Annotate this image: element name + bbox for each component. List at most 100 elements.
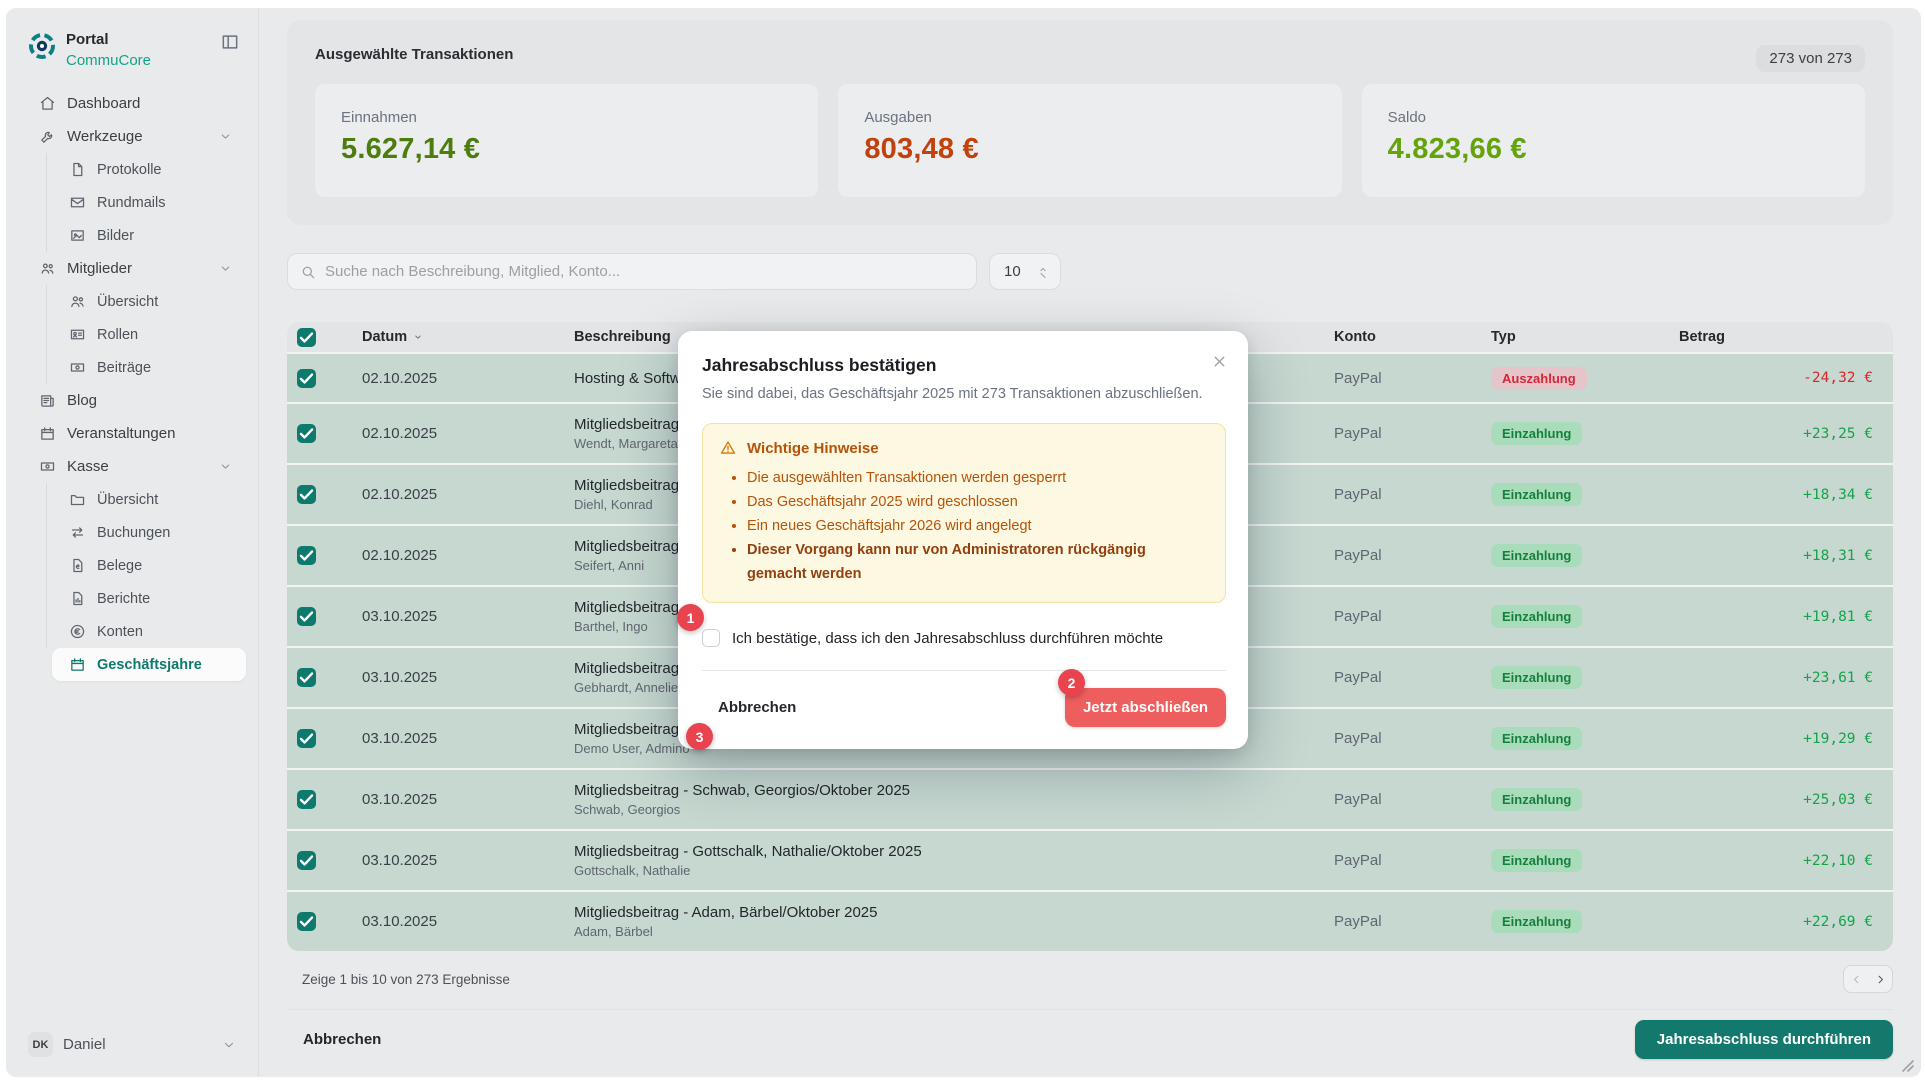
row-checkbox[interactable] xyxy=(297,424,316,443)
column-header-date[interactable]: Datum xyxy=(362,329,574,345)
header-checkbox-cell xyxy=(287,328,362,347)
sidebar-item-belege[interactable]: Belege xyxy=(6,549,258,582)
row-checkbox[interactable] xyxy=(297,546,316,565)
table-row[interactable]: 03.10.2025Mitgliedsbeitrag - Gottschalk,… xyxy=(287,829,1893,890)
transaction-amount: +19,81 € xyxy=(1679,609,1893,625)
sidebar: Portal CommuCore DashboardWerkzeugeProto… xyxy=(6,8,259,1077)
table-controls: 10 xyxy=(287,253,1893,290)
sidebar-item-buchungen[interactable]: Buchungen xyxy=(6,516,258,549)
cancel-button[interactable]: Abbrechen xyxy=(287,1022,397,1057)
select-all-checkbox[interactable] xyxy=(297,328,316,347)
transaction-date: 02.10.2025 xyxy=(362,425,574,442)
transaction-date: 03.10.2025 xyxy=(362,791,574,808)
sidebar-item-rundmails[interactable]: Rundmails xyxy=(6,186,258,219)
bottom-action-bar: Abbrechen Jahresabschluss durchführen xyxy=(287,1009,1893,1059)
transfer-icon xyxy=(69,524,86,541)
page-size-select[interactable]: 10 xyxy=(989,253,1061,290)
close-now-button[interactable]: Jetzt abschließen xyxy=(1065,688,1226,727)
org-name: CommuCore xyxy=(66,50,151,71)
calendar-icon xyxy=(39,425,56,442)
avatar: DK xyxy=(28,1032,53,1057)
close-icon[interactable] xyxy=(1211,353,1228,370)
transaction-account: PayPal xyxy=(1334,370,1491,387)
transaction-type-badge: Einzahlung xyxy=(1491,666,1582,689)
next-page-icon[interactable] xyxy=(1874,973,1887,986)
sidebar-item-protokolle[interactable]: Protokolle xyxy=(6,153,258,186)
sidebar-item-konten[interactable]: Konten xyxy=(6,615,258,648)
sidebar-item-veranstaltungen[interactable]: Veranstaltungen xyxy=(6,417,258,450)
transaction-description: Mitgliedsbeitrag - Gottschalk, Nathalie/… xyxy=(574,843,1334,860)
sidebar-collapse-icon[interactable] xyxy=(220,32,240,52)
confirm-checkbox[interactable] xyxy=(702,629,720,647)
transaction-date: 03.10.2025 xyxy=(362,913,574,930)
card-value: 5.627,14 € xyxy=(341,133,792,166)
run-year-end-close-button[interactable]: Jahresabschluss durchführen xyxy=(1635,1020,1893,1059)
sidebar-item-dashboard[interactable]: Dashboard xyxy=(6,87,258,120)
users2-icon xyxy=(69,293,86,310)
sidebar-item-rollen[interactable]: Rollen xyxy=(6,318,258,351)
sidebar-nav: Dashboard WerkzeugeProtokolleRundmails Bil… xyxy=(6,87,258,681)
sidebar-item-blog[interactable]: Blog xyxy=(6,384,258,417)
sidebar-item-berichte[interactable]: Berichte xyxy=(6,582,258,615)
user-name: Daniel xyxy=(63,1036,222,1053)
summary-title: Ausgewählte Transaktionen xyxy=(315,46,1865,63)
warning-bullet: Ein neues Geschäftsjahr 2026 wird angele… xyxy=(747,514,1207,538)
row-checkbox[interactable] xyxy=(297,729,316,748)
sidebar-item-beitr-ge[interactable]: Beiträge xyxy=(6,351,258,384)
sidebar-item-label: Übersicht xyxy=(97,492,158,508)
summary-card-einnahmen: Einnahmen5.627,14 € xyxy=(315,84,818,197)
column-header-account[interactable]: Konto xyxy=(1334,329,1491,345)
column-header-type[interactable]: Typ xyxy=(1491,329,1679,345)
calendar-icon xyxy=(69,656,86,673)
warning-bullet-bold: Dieser Vorgang kann nur von Administrato… xyxy=(747,538,1207,586)
dialog-divider xyxy=(702,670,1226,671)
sidebar-item-bersicht[interactable]: Übersicht xyxy=(6,285,258,318)
sidebar-item-werkzeuge[interactable]: Werkzeuge xyxy=(6,120,258,153)
transaction-type-badge: Einzahlung xyxy=(1491,727,1582,750)
search-input[interactable] xyxy=(325,263,964,280)
table-row[interactable]: 03.10.2025Mitgliedsbeitrag - Adam, Bärbe… xyxy=(287,890,1893,951)
sidebar-item-gesch-ftsjahre[interactable]: Geschäftsjahre xyxy=(52,648,246,681)
row-checkbox[interactable] xyxy=(297,912,316,931)
sidebar-item-label: Dashboard xyxy=(67,95,140,112)
warning-bullet: Das Geschäftsjahr 2025 wird geschlossen xyxy=(747,490,1207,514)
sidebar-item-label: Rollen xyxy=(97,327,138,343)
transaction-account: PayPal xyxy=(1334,669,1491,686)
sidebar-item-bersicht[interactable]: Übersicht xyxy=(6,483,258,516)
column-header-amount[interactable]: Betrag xyxy=(1679,329,1893,345)
sidebar-item-label: Buchungen xyxy=(97,525,170,541)
updown-icon xyxy=(1036,265,1050,279)
sidebar-item-label: Bilder xyxy=(97,228,134,244)
transaction-amount: +22,10 € xyxy=(1679,853,1893,869)
transaction-amount: +23,61 € xyxy=(1679,670,1893,686)
transaction-description: Mitgliedsbeitrag - Schwab, Georgios/Okto… xyxy=(574,782,1334,799)
search-box[interactable] xyxy=(287,253,977,290)
dialog-cancel-button[interactable]: Abbrechen xyxy=(702,690,812,725)
table-row[interactable]: 03.10.2025Mitgliedsbeitrag - Schwab, Geo… xyxy=(287,768,1893,829)
sidebar-item-bilder[interactable]: Bilder xyxy=(6,219,258,252)
row-checkbox[interactable] xyxy=(297,851,316,870)
row-checkbox[interactable] xyxy=(297,369,316,388)
previous-page-icon[interactable] xyxy=(1850,973,1863,986)
row-checkbox[interactable] xyxy=(297,485,316,504)
transaction-account: PayPal xyxy=(1334,791,1491,808)
annotation-badge-1: 1 xyxy=(677,604,704,631)
sidebar-item-label: Beiträge xyxy=(97,360,151,376)
transaction-amount: +23,25 € xyxy=(1679,426,1893,442)
row-checkbox[interactable] xyxy=(297,668,316,687)
warning-triangle-icon xyxy=(719,439,737,457)
user-menu[interactable]: DK Daniel xyxy=(6,1018,258,1077)
sidebar-item-kasse[interactable]: Kasse xyxy=(6,450,258,483)
pagination xyxy=(1843,965,1893,993)
row-checkbox[interactable] xyxy=(297,607,316,626)
annotation-badge-3: 3 xyxy=(686,723,713,750)
transaction-member: Adam, Bärbel xyxy=(574,924,1334,939)
search-icon xyxy=(300,264,316,280)
sidebar-item-mitglieder[interactable]: Mitglieder xyxy=(6,252,258,285)
card-label: Saldo xyxy=(1388,109,1839,126)
transaction-account: PayPal xyxy=(1334,486,1491,503)
transaction-account: PayPal xyxy=(1334,547,1491,564)
results-row: Zeige 1 bis 10 von 273 Ergebnisse xyxy=(287,965,1893,993)
resize-handle-icon[interactable] xyxy=(1897,1055,1915,1073)
row-checkbox[interactable] xyxy=(297,790,316,809)
